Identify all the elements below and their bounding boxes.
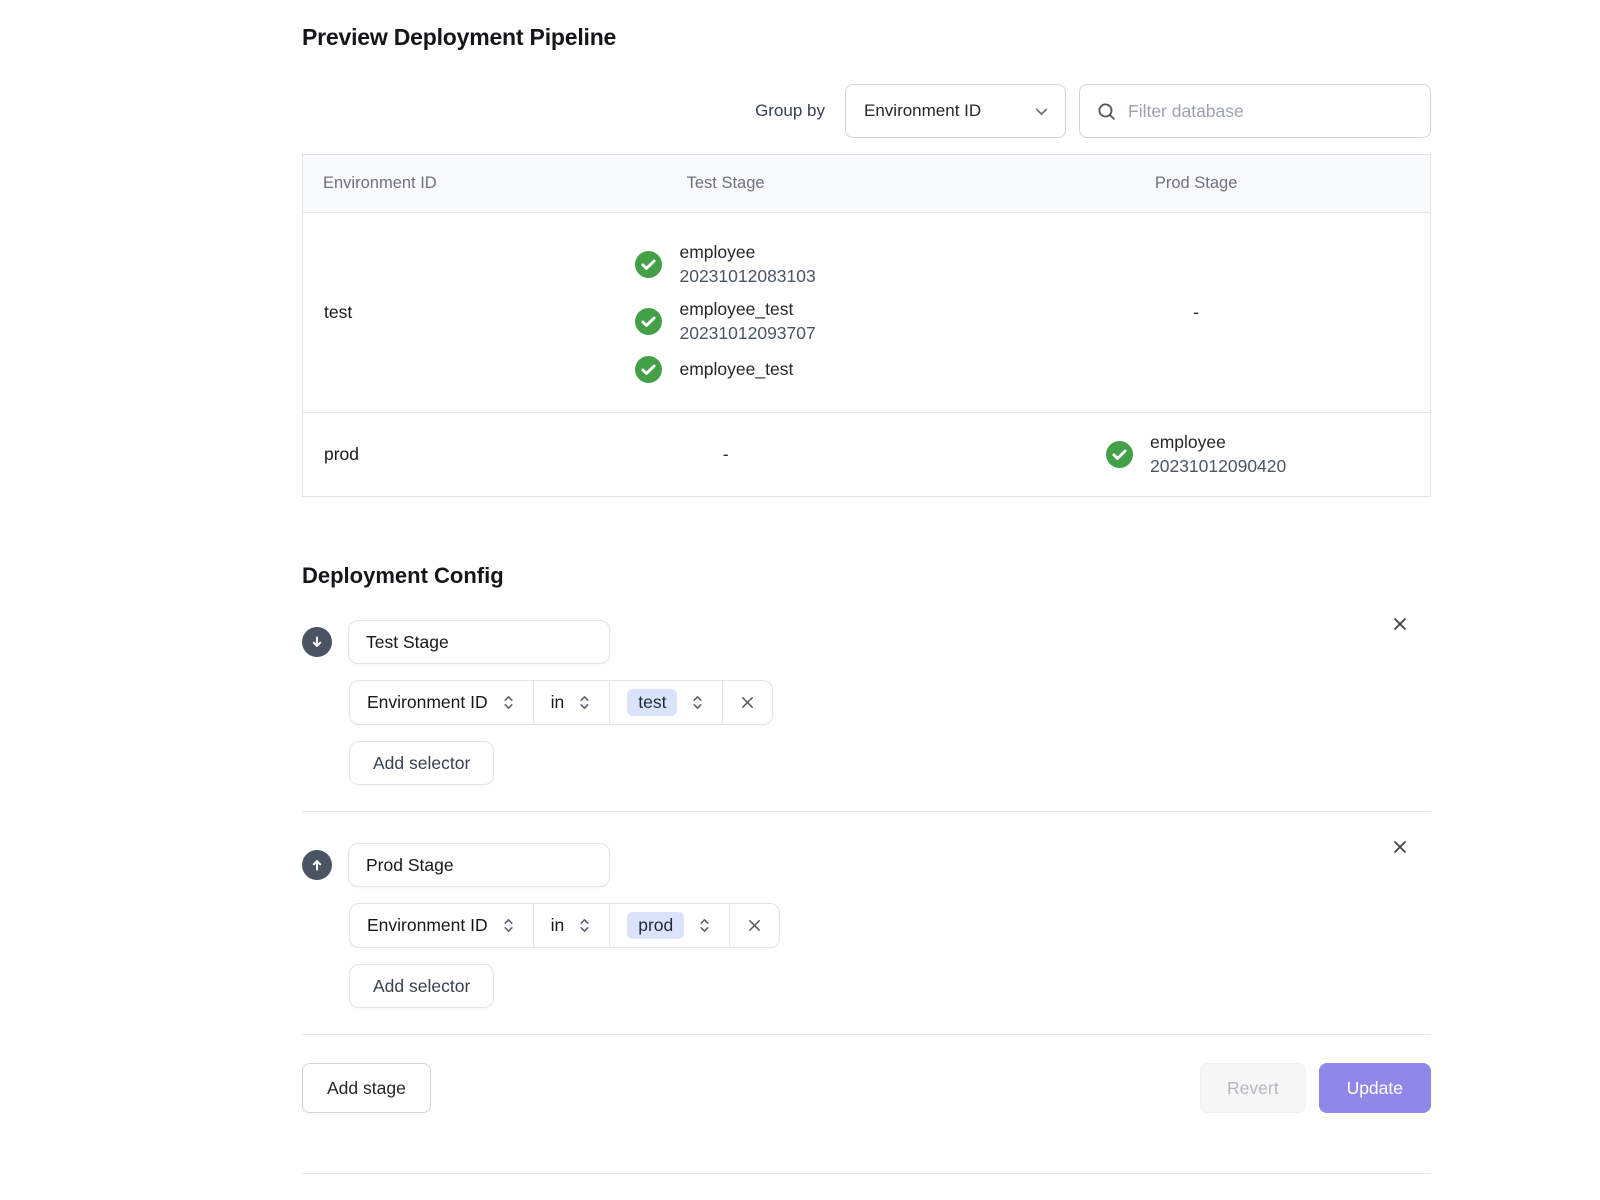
selector-key-value: Environment ID <box>367 692 488 713</box>
database-name: employee <box>679 242 815 263</box>
pipeline-table: Environment ID Test Stage Prod Stage tes… <box>302 154 1431 497</box>
group-by-label: Group by <box>755 101 825 121</box>
up-down-chevrons-icon <box>697 917 712 934</box>
up-down-chevrons-icon <box>577 694 592 711</box>
table-row-prod: prod - employee 20231012090420 <box>303 412 1430 496</box>
prod-stage-cell-empty: - <box>962 302 1430 323</box>
remove-stage-icon[interactable] <box>1388 612 1412 636</box>
database-item: employee_test <box>635 356 815 383</box>
selector-operator-value: in <box>551 692 565 713</box>
deployment-config-title: Deployment Config <box>302 563 1431 589</box>
selector-group: Environment ID in prod <box>349 903 780 948</box>
column-header-environment: Environment ID <box>303 174 489 193</box>
bottom-divider <box>302 1173 1431 1174</box>
database-version: 20231012090420 <box>1150 456 1286 477</box>
stage-name-input[interactable] <box>348 843 610 887</box>
selector-operator-select[interactable]: in <box>534 681 611 724</box>
remove-selector-icon[interactable] <box>723 681 772 724</box>
stage-name-input[interactable] <box>348 620 610 664</box>
revert-button[interactable]: Revert <box>1200 1063 1306 1113</box>
database-version: 20231012093707 <box>679 323 815 344</box>
database-item: employee_test 20231012093707 <box>635 299 815 344</box>
filter-database-input[interactable] <box>1128 101 1414 122</box>
group-by-dropdown[interactable]: Environment ID <box>845 84 1066 138</box>
arrow-down-icon <box>309 634 325 650</box>
move-stage-up-button[interactable] <box>302 850 332 880</box>
add-selector-button[interactable]: Add selector <box>349 964 494 1008</box>
test-stage-cell: employee 20231012083103 employee_test 20… <box>489 223 962 402</box>
database-item: employee 20231012090420 <box>1106 432 1286 477</box>
stage-config-test: Environment ID in test <box>302 620 1431 785</box>
success-check-icon <box>635 308 662 335</box>
up-down-chevrons-icon <box>501 917 516 934</box>
up-down-chevrons-icon <box>501 694 516 711</box>
success-check-icon <box>635 356 662 383</box>
success-check-icon <box>635 251 662 278</box>
arrow-up-icon <box>309 857 325 873</box>
stage-config-prod: Environment ID in prod <box>302 843 1431 1008</box>
add-selector-button[interactable]: Add selector <box>349 741 494 785</box>
config-footer: Add stage Revert Update <box>302 1063 1431 1113</box>
database-list: employee 20231012090420 <box>1106 413 1286 496</box>
remove-selector-icon[interactable] <box>730 904 779 947</box>
selector-value-badge: test <box>627 689 677 716</box>
main-content: Preview Deployment Pipeline Group by Env… <box>302 0 1431 1174</box>
test-stage-cell-empty: - <box>489 444 962 465</box>
database-name: employee_test <box>679 299 815 320</box>
table-row-test: test employee 20231012083103 <box>303 212 1430 412</box>
selector-value-select[interactable]: test <box>610 681 723 724</box>
database-list: employee 20231012083103 employee_test 20… <box>635 223 815 402</box>
environment-cell: test <box>303 302 489 323</box>
remove-stage-icon[interactable] <box>1388 835 1412 859</box>
add-stage-button[interactable]: Add stage <box>302 1063 431 1113</box>
move-stage-down-button[interactable] <box>302 627 332 657</box>
database-item: employee 20231012083103 <box>635 242 815 287</box>
up-down-chevrons-icon <box>690 694 705 711</box>
prod-stage-cell: employee 20231012090420 <box>962 413 1430 496</box>
database-name: employee_test <box>679 359 793 380</box>
selector-key-select[interactable]: Environment ID <box>350 904 534 947</box>
footer-divider <box>302 1034 1431 1035</box>
up-down-chevrons-icon <box>577 917 592 934</box>
database-name: employee <box>1150 432 1286 453</box>
column-header-test-stage: Test Stage <box>489 174 962 193</box>
stage-divider <box>302 811 1431 812</box>
database-version: 20231012083103 <box>679 266 815 287</box>
success-check-icon <box>1106 441 1133 468</box>
selector-value-select[interactable]: prod <box>610 904 730 947</box>
search-icon <box>1096 101 1117 122</box>
environment-cell: prod <box>303 444 489 465</box>
selector-group: Environment ID in test <box>349 680 773 725</box>
chevron-down-icon <box>1033 103 1050 120</box>
filter-database-box[interactable] <box>1079 84 1431 138</box>
update-button[interactable]: Update <box>1319 1063 1431 1113</box>
selector-key-select[interactable]: Environment ID <box>350 681 534 724</box>
selector-key-value: Environment ID <box>367 915 488 936</box>
pipeline-toolbar: Group by Environment ID <box>302 84 1431 138</box>
column-header-prod-stage: Prod Stage <box>962 174 1430 193</box>
page-title: Preview Deployment Pipeline <box>302 24 1431 51</box>
pipeline-table-header: Environment ID Test Stage Prod Stage <box>303 155 1430 212</box>
selector-value-badge: prod <box>627 912 684 939</box>
selector-operator-value: in <box>551 915 565 936</box>
selector-operator-select[interactable]: in <box>534 904 611 947</box>
group-by-value: Environment ID <box>864 101 981 121</box>
